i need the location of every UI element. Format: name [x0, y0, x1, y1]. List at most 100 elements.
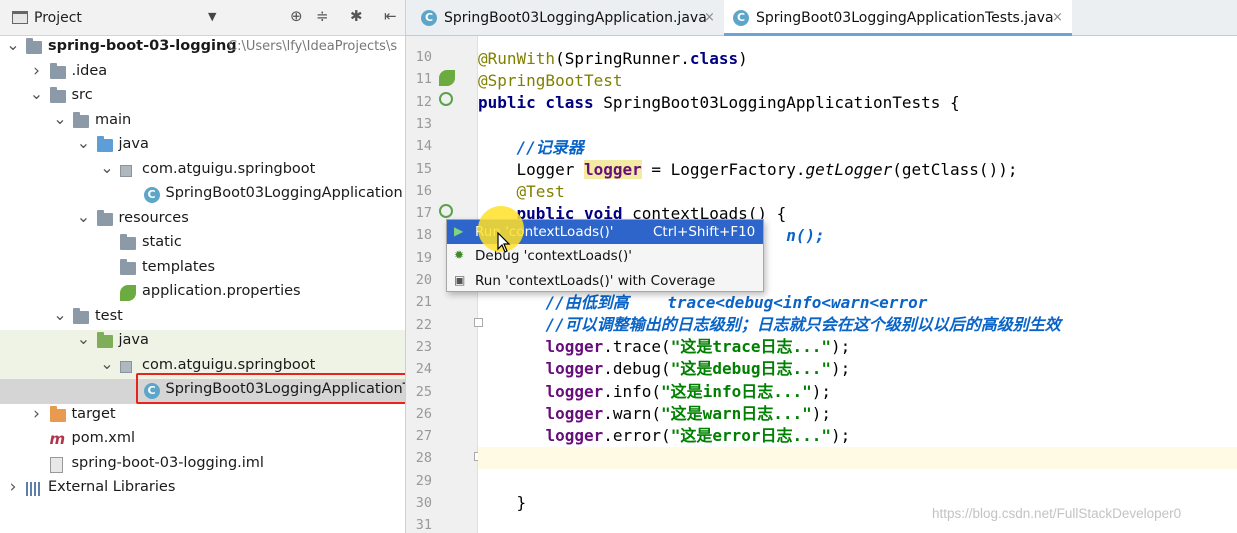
line-number: 16 — [415, 182, 432, 199]
folder-icon — [73, 111, 89, 128]
tree-item[interactable]: › External Libraries — [0, 477, 405, 502]
module-path-hint: C:\Users\lfy\IdeaProjects\s — [228, 39, 398, 54]
view-mode-dropdown-icon[interactable]: ▼ — [208, 10, 216, 23]
package-icon — [120, 360, 132, 373]
line-number: 27 — [415, 428, 432, 445]
run-with-coverage-item[interactable]: ▣ Run 'contextLoads()' with Coverage — [447, 269, 763, 293]
folder-icon — [49, 87, 66, 103]
line-number: 26 — [415, 405, 432, 422]
tree-item-label: target — [71, 405, 116, 422]
tree-item[interactable]: ⌄ java — [0, 329, 405, 355]
code-line-11: @SpringBootTest — [478, 71, 623, 90]
code-line-logger-info: logger.info("这是info日志..."); — [545, 381, 832, 401]
line-number: 11 — [415, 71, 432, 88]
code-line-logger-error: logger.error("这是error日志..."); — [545, 426, 851, 446]
tab-application-java[interactable]: C SpringBoot03LoggingApplication.java × — [412, 0, 722, 36]
line-number: 17 — [415, 205, 432, 222]
debug-icon: ✹ — [454, 248, 465, 263]
tree-item-label: test — [95, 307, 123, 324]
line-number: 15 — [415, 160, 432, 177]
tree-item[interactable]: ⌄ com.atguigu.springboot — [0, 158, 405, 184]
line-number: 28 — [415, 450, 432, 467]
code-line-22: //可以调整输出的日志级别；日志就只会在这个级别以以后的高级别生效 — [545, 315, 1061, 334]
chevron-down-icon[interactable]: ⌄ — [30, 84, 44, 103]
collapse-all-icon[interactable]: ≑ — [316, 7, 329, 25]
line-number: 25 — [415, 383, 432, 400]
code-line-16: @Test — [516, 182, 565, 201]
tree-item[interactable]: spring-boot-03-logging.iml — [0, 453, 405, 478]
tree-item-label: pom.xml — [71, 430, 136, 446]
tab-application-tests-java[interactable]: C SpringBoot03LoggingApplicationTests.ja… — [724, 0, 1072, 36]
watermark: https://blog.csdn.net/FullStackDeveloper… — [932, 506, 1182, 521]
tree-item[interactable]: ⌄ test — [0, 305, 405, 331]
folder-icon — [120, 258, 136, 275]
chevron-right-icon[interactable]: › — [30, 404, 44, 424]
spring-bean-icon[interactable] — [439, 70, 455, 86]
tree-item[interactable]: ⌄ main — [0, 109, 405, 135]
tree-item[interactable]: › .idea — [0, 61, 405, 86]
line-number: 29 — [415, 472, 432, 489]
run-icon: ▶ — [454, 224, 464, 238]
code-line-logger-debug: logger.debug("这是debug日志..."); — [545, 359, 851, 379]
tree-item-label: main — [95, 111, 132, 128]
code-line-12: public class SpringBoot03LoggingApplicat… — [478, 93, 960, 112]
run-test-icon[interactable] — [439, 204, 453, 218]
tree-item-label: spring-boot-03-logging — [48, 38, 237, 54]
locate-file-icon[interactable]: ⊕ — [290, 7, 303, 25]
chevron-down-icon[interactable]: ⌄ — [77, 133, 91, 152]
line-number: 21 — [415, 294, 432, 311]
line-number: 10 — [415, 49, 432, 65]
package-icon — [120, 164, 132, 177]
hide-panel-icon[interactable]: ⇤ — [384, 7, 397, 25]
mouse-pointer-icon — [497, 232, 511, 253]
tree-item-label: src — [71, 87, 93, 103]
tree-item-label: com.atguigu.springboot — [142, 160, 316, 177]
chevron-right-icon[interactable]: › — [6, 477, 20, 497]
tree-item-label: External Libraries — [48, 479, 176, 495]
line-number: 22 — [415, 316, 432, 333]
tab-label: SpringBoot03LoggingApplication.java — [444, 10, 707, 26]
run-test-icon[interactable] — [439, 92, 453, 106]
code-line-14: //记录器 — [516, 138, 584, 157]
class-file-icon: C — [733, 10, 749, 26]
line-number: 18 — [415, 227, 432, 244]
tree-item-label: templates — [142, 258, 216, 275]
code-line-28-current — [478, 447, 1237, 470]
spring-class-icon: C — [143, 187, 160, 203]
project-tree: ⌄ spring-boot-03-logging C:\Users\lfy\Idea… — [0, 35, 405, 502]
project-panel: Project ▼ ⊕ ≑ ✱ ⇤ ⌄ spring-boot-03-loggin… — [0, 0, 406, 533]
close-tab-icon[interactable]: × — [1052, 0, 1063, 36]
close-tab-icon[interactable]: × — [704, 0, 715, 36]
tree-item[interactable]: ⌄ java — [0, 133, 405, 159]
chevron-down-icon[interactable]: ⌄ — [53, 305, 67, 324]
chevron-down-icon[interactable]: ⌄ — [77, 329, 91, 348]
project-panel-title[interactable]: Project — [34, 10, 82, 26]
code-line-15: Logger logger = LoggerFactory.getLogger(… — [516, 160, 1018, 179]
code-line-logger-trace: logger.trace("这是trace日志..."); — [545, 337, 851, 356]
tree-item[interactable]: static — [0, 232, 405, 257]
tree-item[interactable]: ⌄ src — [0, 84, 405, 110]
tree-item[interactable]: ⌄ resources — [0, 207, 405, 233]
editor-tabs: C SpringBoot03LoggingApplication.java × … — [406, 0, 1237, 36]
tree-item-label: application.properties — [142, 283, 301, 299]
tree-item[interactable]: application.properties — [0, 281, 405, 306]
tree-item[interactable]: m pom.xml — [0, 428, 405, 453]
chevron-down-icon[interactable]: ⌄ — [6, 35, 20, 54]
chevron-down-icon[interactable]: ⌄ — [53, 109, 67, 128]
tree-item[interactable]: templates — [0, 257, 405, 282]
chevron-down-icon[interactable]: ⌄ — [77, 207, 91, 226]
module-folder-icon — [26, 38, 42, 54]
tree-item[interactable]: C SpringBoot03LoggingApplication — [0, 183, 405, 208]
tree-item-label: spring-boot-03-logging.iml — [71, 454, 264, 471]
line-number: 24 — [415, 361, 432, 378]
settings-gear-icon[interactable]: ✱ — [350, 7, 363, 25]
class-file-icon: C — [421, 10, 437, 26]
tree-item-label: .idea — [71, 62, 108, 79]
chevron-down-icon[interactable]: ⌄ — [100, 354, 114, 373]
tree-item-label: java — [118, 332, 149, 348]
tree-item[interactable]: ⌄ spring-boot-03-logging C:\Users\lfy\Idea… — [0, 35, 405, 61]
tree-item[interactable]: › target — [0, 404, 405, 429]
tree-item-label: resources — [118, 209, 189, 226]
chevron-down-icon[interactable]: ⌄ — [100, 158, 114, 177]
chevron-right-icon[interactable]: › — [30, 61, 44, 81]
